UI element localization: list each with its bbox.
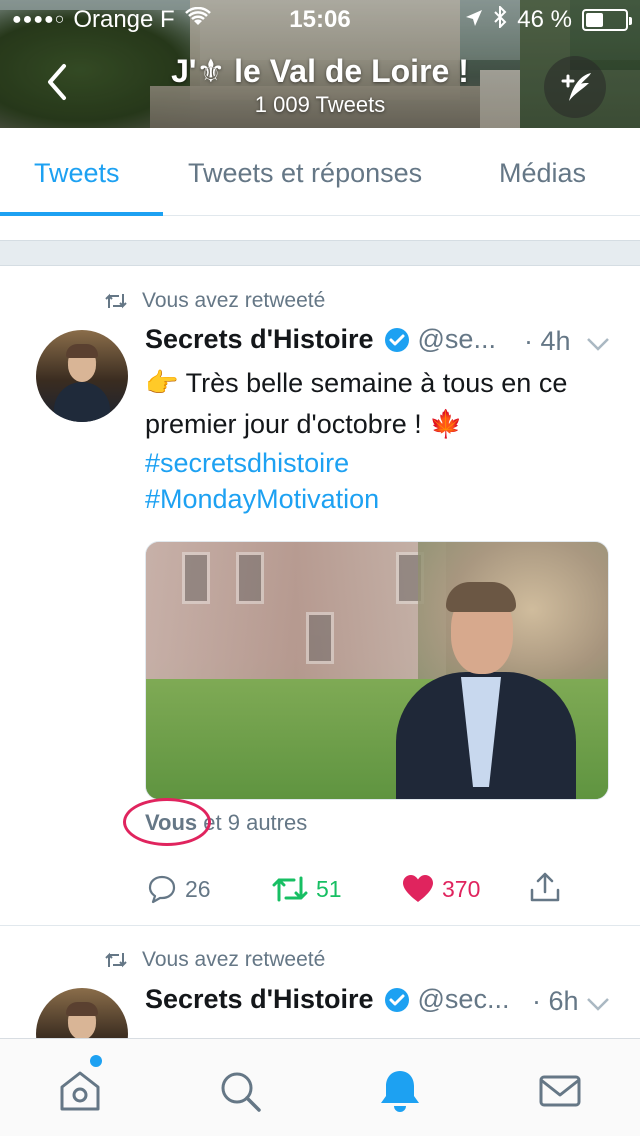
- tweet-timestamp: · 4h: [524, 326, 571, 356]
- bluetooth-icon: [493, 4, 507, 35]
- tweet-text: 👉 Très belle semaine à tous en ce premie…: [145, 363, 615, 517]
- retweet-context-label: Vous avez retweeté: [142, 948, 326, 971]
- tweet-menu-chevron-down-icon[interactable]: [586, 332, 610, 356]
- reply-button[interactable]: 26: [147, 874, 211, 904]
- timeline-gap: [0, 240, 640, 266]
- retweet-context: Vous avez retweeté: [104, 289, 325, 313]
- search-icon[interactable]: [216, 1067, 264, 1115]
- author-handle: @sec...: [417, 984, 510, 1014]
- avatar[interactable]: [36, 330, 128, 422]
- tweet-timestamp: · 6h: [532, 986, 579, 1016]
- profile-header-banner: ●●●●○ Orange F 15:06 46 % J'⚜ le Val de …: [0, 0, 640, 128]
- retweet-context: Vous avez retweeté: [104, 948, 325, 972]
- tweet-count: 1 009 Tweets: [254, 92, 386, 117]
- tab-media[interactable]: Médias: [499, 158, 586, 189]
- back-button[interactable]: [44, 62, 84, 108]
- wifi-icon: [184, 6, 211, 33]
- reply-icon: [148, 875, 176, 904]
- tweet-divider: [0, 925, 640, 926]
- page-title: J'⚜ le Val de Loire !: [171, 53, 469, 89]
- verified-badge-icon: [384, 327, 410, 353]
- like-count: 370: [442, 875, 481, 902]
- tweet-author[interactable]: Secrets d'Histoire @se...: [145, 324, 496, 355]
- share-icon: [530, 872, 560, 902]
- share-button[interactable]: [528, 870, 562, 904]
- retweet-count: 51: [316, 875, 342, 902]
- hashtag-link[interactable]: #MondayMotivation: [145, 481, 615, 517]
- notifications-icon[interactable]: [376, 1067, 424, 1115]
- tweet-text-line: premier jour d'octobre ! 🍁: [145, 409, 463, 439]
- heart-icon: [403, 875, 433, 902]
- tweet-menu-chevron-down-icon[interactable]: [586, 992, 610, 1016]
- retweet-context-label: Vous avez retweeté: [142, 289, 326, 312]
- compose-tweet-button[interactable]: [544, 56, 606, 118]
- carrier-name: Orange F: [73, 6, 175, 33]
- battery-percent: 46 %: [517, 6, 572, 33]
- author-name: Secrets d'Histoire: [145, 984, 374, 1014]
- tab-tweets-and-replies[interactable]: Tweets et réponses: [188, 158, 422, 189]
- status-bar: ●●●●○ Orange F 15:06 46 %: [0, 0, 640, 40]
- tweet-text-line: 👉 Très belle semaine à tous en ce: [145, 368, 568, 398]
- battery-icon: [582, 9, 632, 31]
- home-icon[interactable]: [56, 1067, 104, 1115]
- chevron-left-icon: [48, 64, 66, 100]
- profile-tabs: Tweets Tweets et réponses Médias: [0, 128, 640, 216]
- tweet-author[interactable]: Secrets d'Histoire @sec...: [145, 984, 509, 1015]
- retweet-button[interactable]: 51: [272, 874, 342, 904]
- messages-icon[interactable]: [536, 1067, 584, 1115]
- author-name: Secrets d'Histoire: [145, 324, 374, 354]
- retweet-icon: [272, 876, 308, 902]
- highlight-circle-annotation: [123, 798, 211, 846]
- home-new-content-dot: [90, 1055, 102, 1067]
- retweet-small-icon: [105, 952, 127, 968]
- location-arrow-icon: [465, 6, 483, 34]
- retweet-small-icon: [105, 293, 127, 309]
- compose-quill-icon: [561, 73, 591, 101]
- like-button[interactable]: 370: [402, 874, 480, 904]
- liked-by-others: et 9 autres: [203, 810, 308, 835]
- verified-badge-icon: [384, 987, 410, 1013]
- tweet-actions: 26 51 370: [0, 866, 640, 912]
- author-handle: @se...: [417, 324, 496, 354]
- signal-strength: ●●●●○: [12, 11, 66, 28]
- reply-count: 26: [185, 875, 211, 902]
- tweet-media-image[interactable]: [145, 541, 609, 800]
- hashtag-link[interactable]: #secretsdhistoire: [145, 445, 615, 481]
- previous-tweet-edge: [0, 216, 640, 240]
- bottom-tab-bar: [0, 1038, 640, 1136]
- tab-tweets[interactable]: Tweets: [34, 158, 120, 189]
